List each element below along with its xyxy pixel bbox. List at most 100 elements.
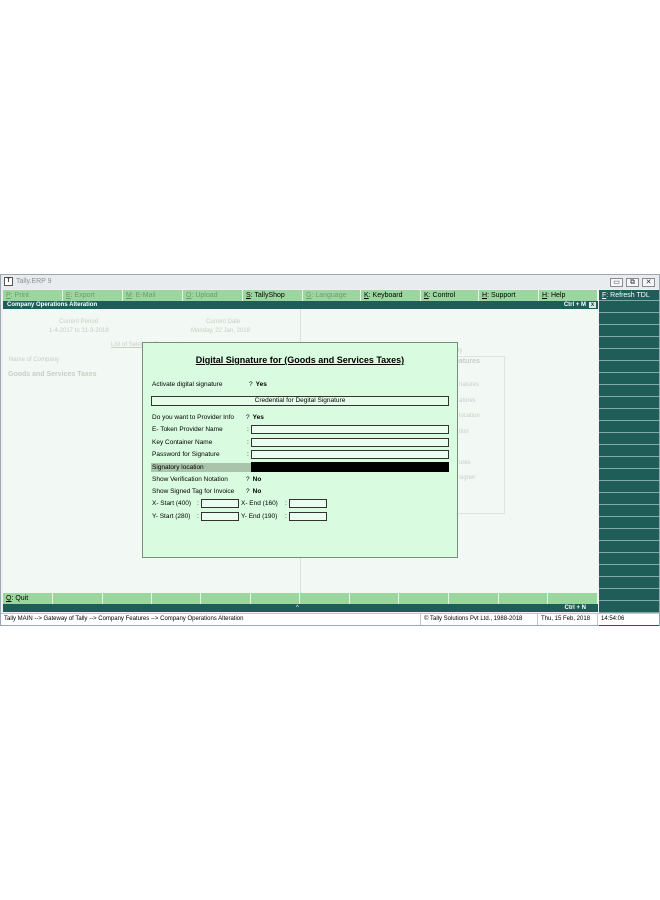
right-panel-slot[interactable] xyxy=(599,578,659,589)
company-name: Goods and Services Taxes xyxy=(8,371,97,378)
right-panel-slot[interactable] xyxy=(599,314,659,325)
field-colon: : xyxy=(197,500,199,507)
right-panel-slot[interactable] xyxy=(599,374,659,385)
x-start-input[interactable] xyxy=(201,499,239,508)
right-panel-slot[interactable] xyxy=(599,542,659,553)
verification-notation-field[interactable]: ? No xyxy=(246,476,261,483)
right-panel-slot[interactable] xyxy=(599,470,659,481)
right-panel-slot[interactable] xyxy=(599,362,659,373)
bottom-strip: ^ Ctrl + N xyxy=(3,604,598,612)
bottom-bar-slot[interactable] xyxy=(201,593,251,604)
signed-tag-label: Show Signed Tag for Invoice xyxy=(152,488,235,495)
digital-signature-dialog: Digital Signature for (Goods and Service… xyxy=(142,342,458,558)
right-panel-slot[interactable] xyxy=(599,410,659,421)
x-end-input[interactable] xyxy=(289,499,327,508)
bottom-bar-slot[interactable] xyxy=(548,593,598,604)
signed-tag-field[interactable]: ? No xyxy=(246,488,261,495)
right-panel-slot[interactable] xyxy=(599,302,659,313)
name-of-company-label: Name of Company xyxy=(9,357,60,363)
password-label: Password for Signature xyxy=(152,451,220,458)
bottom-bar-slot[interactable] xyxy=(399,593,449,604)
credential-section-header: Credential for Degital Signature xyxy=(151,396,449,406)
window-title: Tally.ERP 9 xyxy=(16,278,52,285)
faded-fragment: ly xyxy=(458,348,463,354)
right-panel-slot[interactable] xyxy=(599,482,659,493)
current-date-label: Current Date xyxy=(206,319,241,325)
quit-button[interactable]: Q: Quit xyxy=(3,593,53,604)
field-colon: : xyxy=(285,513,287,520)
navigation-path: Tally MAIN --> Gateway of Tally --> Comp… xyxy=(1,614,421,625)
strip-shortcut: Ctrl + N xyxy=(564,605,586,611)
menu-email[interactable]: M: E-Mail xyxy=(123,290,183,301)
right-panel-slot[interactable] xyxy=(599,530,659,541)
current-period-label: Current Period xyxy=(59,319,99,325)
password-input[interactable] xyxy=(251,450,449,459)
right-panel-slot[interactable] xyxy=(599,554,659,565)
y-end-input[interactable] xyxy=(289,512,327,521)
right-panel-slot[interactable] xyxy=(599,494,659,505)
bottom-bar-slot[interactable] xyxy=(350,593,399,604)
restore-button[interactable]: ⧉ xyxy=(626,278,639,287)
top-menu-bar: P: Print E: Export M: E-Mail O: Upload S… xyxy=(3,290,598,310)
right-panel-slot[interactable] xyxy=(599,350,659,361)
right-panel-slot[interactable] xyxy=(599,602,659,613)
bottom-bar-slot[interactable] xyxy=(499,593,548,604)
activate-signature-label: Activate digital signature xyxy=(152,381,223,388)
menu-print[interactable]: P: Print xyxy=(3,290,63,301)
copyright-text: © Tally Solutions Pvt Ltd., 1988-2018 xyxy=(421,614,538,625)
bottom-bar-slot[interactable] xyxy=(251,593,300,604)
menu-language[interactable]: G: Language xyxy=(303,290,361,301)
key-container-input[interactable] xyxy=(251,438,449,447)
faded-fragment: signer xyxy=(459,475,476,481)
provider-info-label: Do you want to Provider Info xyxy=(152,414,235,421)
menu-tallyshop[interactable]: S: TallyShop xyxy=(243,290,303,301)
etoken-provider-label: E- Token Provider Name xyxy=(152,426,223,433)
faded-fragment: natures xyxy=(459,382,480,388)
bottom-bar-slot[interactable] xyxy=(103,593,152,604)
right-panel-slot[interactable] xyxy=(599,422,659,433)
menu-keyboard[interactable]: K: Keyboard xyxy=(361,290,421,301)
right-panel-slot[interactable] xyxy=(599,326,659,337)
bottom-bar-slot[interactable] xyxy=(53,593,103,604)
bottom-bar-slot[interactable] xyxy=(152,593,201,604)
bottom-bar-slot[interactable] xyxy=(300,593,350,604)
right-panel-slot[interactable] xyxy=(599,590,659,601)
bottom-bar-slot[interactable] xyxy=(449,593,499,604)
right-panel-slot[interactable] xyxy=(599,458,659,469)
right-button-panel: F: Refresh TDL xyxy=(599,290,659,626)
right-panel-slot[interactable] xyxy=(599,398,659,409)
menu-support-centre[interactable]: H: Support Centre xyxy=(479,290,539,310)
etoken-provider-input[interactable] xyxy=(251,425,449,434)
faded-fragment: atures xyxy=(459,398,476,404)
provider-info-field[interactable]: ? Yes xyxy=(246,414,264,421)
x-end-label: X- End (160) xyxy=(241,500,278,507)
field-colon: : xyxy=(247,451,249,458)
screen-title: Company Operations Alteration xyxy=(7,302,98,308)
minimize-button[interactable]: ▭ xyxy=(610,278,623,287)
right-panel-slot[interactable] xyxy=(599,446,659,457)
field-colon: : xyxy=(247,426,249,433)
activate-signature-field[interactable]: ? Yes xyxy=(249,381,267,388)
field-colon: : xyxy=(197,513,199,520)
menu-control-centre[interactable]: K: Control Centre xyxy=(421,290,479,310)
signatory-location-label: Signatory location xyxy=(152,464,204,471)
expand-caret-icon[interactable]: ^ xyxy=(296,604,299,612)
right-panel-slot[interactable] xyxy=(599,434,659,445)
faded-fragment: location xyxy=(459,413,480,419)
refresh-tdl-button[interactable]: F: Refresh TDL xyxy=(599,290,659,301)
x-start-label: X- Start (400) xyxy=(152,500,192,507)
menu-upload[interactable]: O: Upload xyxy=(183,290,243,301)
verification-notation-label: Show Verification Notation xyxy=(152,476,228,483)
right-panel-slot[interactable] xyxy=(599,566,659,577)
status-bar: Tally MAIN --> Gateway of Tally --> Comp… xyxy=(1,613,659,625)
right-panel-slot[interactable] xyxy=(599,338,659,349)
right-panel-slot[interactable] xyxy=(599,506,659,517)
menu-help[interactable]: H: Help xyxy=(539,290,598,301)
menu-export[interactable]: E: Export xyxy=(63,290,123,301)
y-start-input[interactable] xyxy=(201,512,239,521)
right-panel-slot[interactable] xyxy=(599,518,659,529)
header-close-icon[interactable]: x xyxy=(589,302,596,308)
signatory-location-input[interactable] xyxy=(251,462,449,472)
close-button[interactable]: ✕ xyxy=(642,278,655,287)
right-panel-slot[interactable] xyxy=(599,386,659,397)
